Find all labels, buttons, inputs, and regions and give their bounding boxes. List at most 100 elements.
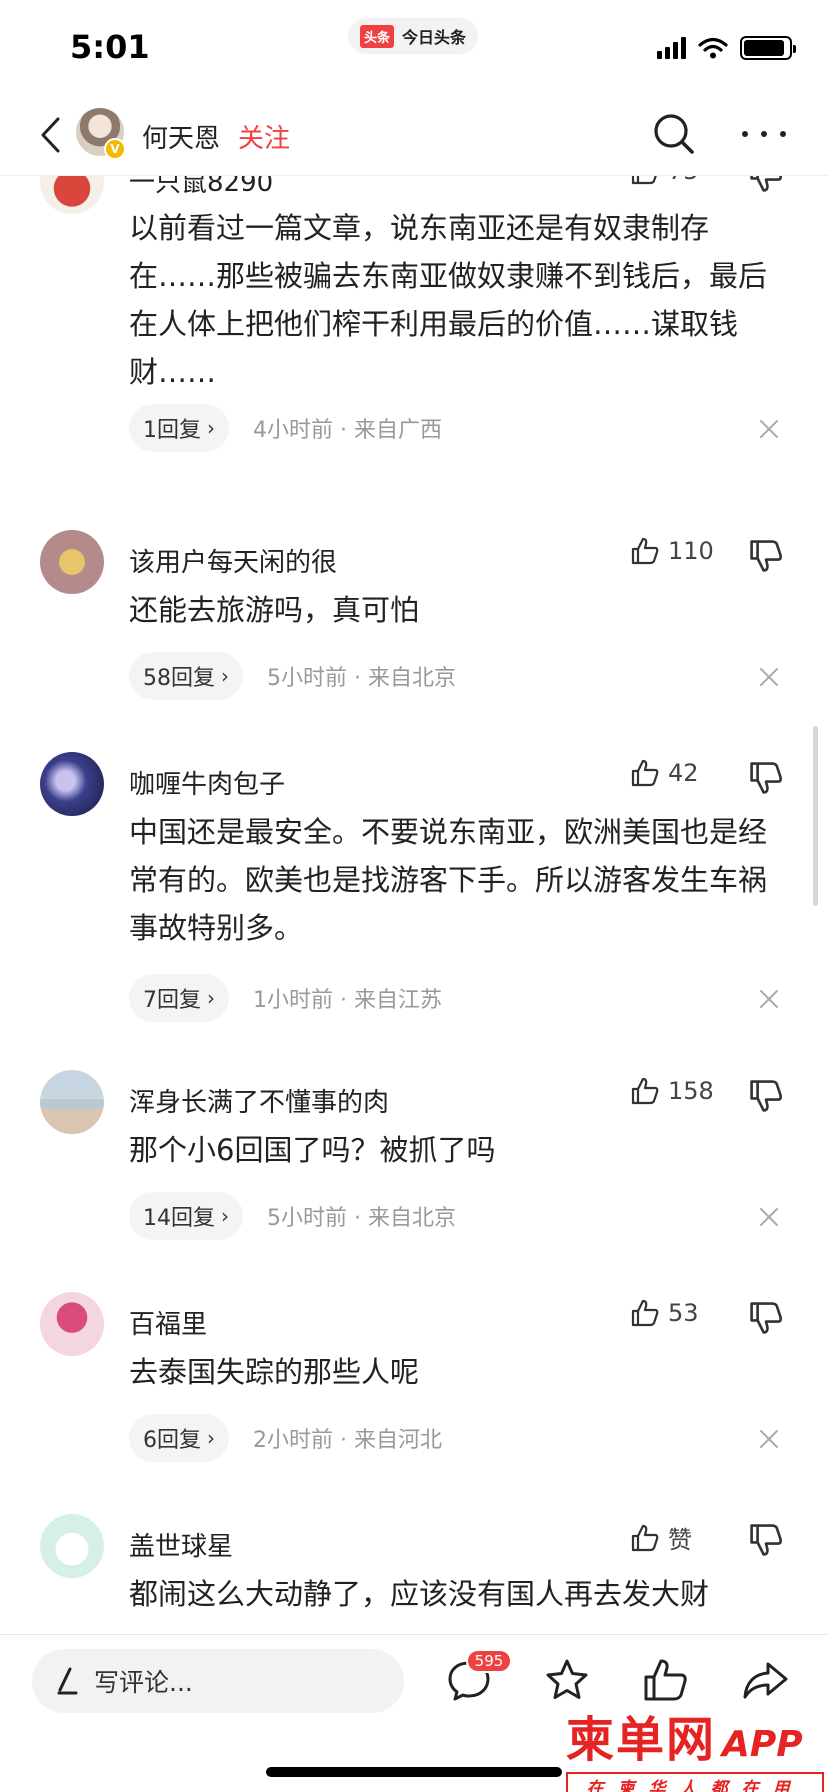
like-count: 53 bbox=[668, 1299, 699, 1327]
comment-text: 还能去旅游吗，真可怕 bbox=[129, 593, 420, 627]
comment-meta: 1回复 › 4小时前 · 来自广西 bbox=[129, 404, 442, 452]
thumbs-up-icon bbox=[631, 1299, 659, 1327]
reply-count: 7回复 bbox=[143, 988, 201, 1013]
like-count: 75 bbox=[668, 176, 699, 185]
comment-text: 去泰国失踪的那些人呢 bbox=[129, 1355, 420, 1389]
thumbs-up-icon[interactable] bbox=[640, 1655, 690, 1705]
pen-icon bbox=[57, 1667, 78, 1695]
comment-item: 该用户每天闲的很 110 还能去旅游吗，真可怕 58回复 › 5小时前 · 来自… bbox=[0, 526, 828, 706]
thumbs-up-icon bbox=[631, 1077, 659, 1105]
like-count: 赞 bbox=[668, 1526, 692, 1554]
status-icons bbox=[657, 36, 796, 60]
more-icon[interactable] bbox=[742, 120, 786, 148]
reply-button[interactable]: 6回复 › bbox=[129, 1414, 229, 1462]
wifi-icon bbox=[698, 37, 728, 59]
comment-username[interactable]: 百福里 bbox=[129, 1304, 207, 1341]
reply-count: 6回复 bbox=[143, 1428, 201, 1453]
star-icon[interactable] bbox=[542, 1655, 592, 1705]
chevron-right-icon: › bbox=[207, 416, 215, 440]
close-icon[interactable] bbox=[756, 1426, 782, 1452]
author-name[interactable]: 何天恩 bbox=[142, 118, 220, 155]
follow-button[interactable]: 关注 bbox=[238, 118, 290, 155]
watermark-slogan: 在柬华人都在用 bbox=[566, 1772, 824, 1792]
thumbs-down-icon[interactable] bbox=[748, 176, 784, 194]
close-icon[interactable] bbox=[756, 664, 782, 690]
user-avatar[interactable] bbox=[40, 530, 104, 594]
comment-count-badge: 595 bbox=[466, 1649, 512, 1673]
reply-button[interactable]: 14回复 › bbox=[129, 1192, 243, 1240]
battery-icon bbox=[740, 36, 796, 60]
comment-time-location: 5小时前 · 来自北京 bbox=[267, 1206, 456, 1231]
comment-meta: 58回复 › 5小时前 · 来自北京 bbox=[129, 652, 456, 700]
close-icon[interactable] bbox=[756, 986, 782, 1012]
chevron-right-icon: › bbox=[221, 1204, 229, 1228]
signal-icon bbox=[657, 37, 686, 59]
comment-time-location: 2小时前 · 来自河北 bbox=[253, 1428, 442, 1453]
back-icon bbox=[41, 117, 60, 153]
thumbs-down-icon[interactable] bbox=[748, 760, 784, 796]
back-button[interactable] bbox=[30, 110, 70, 160]
app-logo: 头条 bbox=[360, 24, 395, 48]
close-icon[interactable] bbox=[756, 416, 782, 442]
close-icon[interactable] bbox=[756, 1204, 782, 1230]
share-icon[interactable] bbox=[740, 1655, 790, 1705]
search-icon[interactable] bbox=[652, 112, 696, 156]
reply-button[interactable]: 58回复 › bbox=[129, 652, 243, 700]
comment-item: 一只鼠8290 75 以前看过一篇文章，说东南亚还是有奴隶制存在……那些被骗去东… bbox=[0, 176, 828, 452]
like-count: 110 bbox=[668, 537, 714, 565]
write-comment-input[interactable]: 写评论... bbox=[32, 1649, 404, 1713]
watermark-main: 柬单网 bbox=[566, 1712, 717, 1768]
user-avatar[interactable] bbox=[40, 1070, 104, 1134]
chevron-right-icon: › bbox=[221, 664, 229, 688]
thumbs-up-icon bbox=[631, 759, 659, 787]
comment-list[interactable]: 一只鼠8290 75 以前看过一篇文章，说东南亚还是有奴隶制存在……那些被骗去东… bbox=[0, 176, 828, 1634]
like-button[interactable]: 75 bbox=[630, 176, 699, 186]
reply-button[interactable]: 7回复 › bbox=[129, 974, 229, 1022]
home-indicator[interactable] bbox=[266, 1767, 562, 1777]
thumbs-down-icon[interactable] bbox=[748, 538, 784, 574]
reply-count: 1回复 bbox=[143, 418, 201, 443]
like-button[interactable]: 53 bbox=[630, 1298, 699, 1328]
comment-text: 都闹这么大动静了，应该没有国人再去发大财 bbox=[129, 1577, 710, 1611]
reply-button[interactable]: 1回复 › bbox=[129, 404, 229, 452]
like-button[interactable]: 158 bbox=[630, 1076, 714, 1106]
comment-username[interactable]: 咖喱牛肉包子 bbox=[129, 764, 285, 801]
user-avatar[interactable] bbox=[40, 176, 104, 214]
like-count: 158 bbox=[668, 1077, 714, 1105]
thumbs-up-icon bbox=[631, 176, 657, 185]
thumbs-down-icon[interactable] bbox=[748, 1078, 784, 1114]
scrollbar[interactable] bbox=[813, 726, 818, 906]
comment-item: 咖喱牛肉包子 42 中国还是最安全。不要说东南亚，欧洲美国也是经常有的。欧美也是… bbox=[0, 748, 828, 1028]
status-time: 5:01 bbox=[70, 28, 150, 66]
thumbs-up-icon bbox=[631, 537, 659, 565]
comment-username[interactable]: 该用户每天闲的很 bbox=[129, 542, 337, 579]
user-avatar[interactable] bbox=[40, 752, 104, 816]
thumbs-down-icon[interactable] bbox=[748, 1300, 784, 1336]
comment-username[interactable]: 一只鼠8290 bbox=[129, 176, 273, 199]
thumbs-down-icon[interactable] bbox=[748, 1522, 784, 1558]
comment-item: 盖世球星 赞 都闹这么大动静了，应该没有国人再去发大财 bbox=[0, 1510, 828, 1634]
chevron-right-icon: › bbox=[207, 1426, 215, 1450]
comment-placeholder: 写评论... bbox=[94, 1668, 193, 1697]
app-name: 今日头条 bbox=[402, 28, 467, 47]
like-button[interactable]: 110 bbox=[630, 536, 714, 566]
chevron-right-icon: › bbox=[207, 986, 215, 1010]
app-badge: 头条 今日头条 bbox=[348, 18, 479, 54]
article-header: V 何天恩 关注 bbox=[0, 96, 828, 176]
site-watermark: 柬单网 APP 在柬华人都在用 bbox=[566, 1700, 828, 1792]
reply-count: 58回复 bbox=[143, 666, 215, 691]
like-button[interactable]: 42 bbox=[630, 758, 699, 788]
comment-text: 那个小6回国了吗？被抓了吗 bbox=[129, 1133, 496, 1167]
comment-item: 浑身长满了不懂事的肉 158 那个小6回国了吗？被抓了吗 14回复 › 5小时前… bbox=[0, 1066, 828, 1246]
user-avatar[interactable] bbox=[40, 1292, 104, 1356]
like-count: 42 bbox=[668, 759, 699, 787]
like-button[interactable]: 赞 bbox=[630, 1520, 692, 1555]
comment-username[interactable]: 浑身长满了不懂事的肉 bbox=[129, 1082, 389, 1119]
user-avatar[interactable] bbox=[40, 1514, 104, 1578]
comment-username[interactable]: 盖世球星 bbox=[129, 1526, 233, 1563]
verified-badge: V bbox=[104, 138, 126, 160]
reply-count: 14回复 bbox=[143, 1206, 215, 1231]
comment-time-location: 4小时前 · 来自广西 bbox=[253, 418, 442, 443]
thumbs-up-icon bbox=[631, 1524, 659, 1551]
comment-time-location: 1小时前 · 来自江苏 bbox=[253, 988, 442, 1013]
